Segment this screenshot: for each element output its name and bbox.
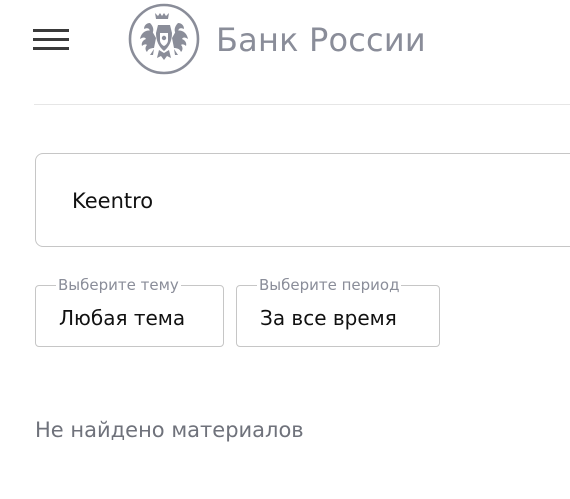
- topic-select-legend: Выберите тему: [56, 276, 181, 294]
- period-select-legend: Выберите период: [257, 276, 402, 294]
- period-select[interactable]: Выберите период За все время: [236, 276, 440, 347]
- bank-logo[interactable]: Банк России: [128, 3, 426, 75]
- topic-select[interactable]: Выберите тему Любая тема: [35, 276, 224, 347]
- header-divider: [34, 104, 570, 105]
- period-select-value: За все время: [260, 306, 397, 330]
- double-headed-eagle-icon: [128, 3, 200, 75]
- hamburger-menu-icon[interactable]: [33, 27, 69, 53]
- logo-text: Банк России: [216, 21, 426, 59]
- page: Банк России Выберите тему Любая тема Выб…: [0, 0, 570, 499]
- search-input[interactable]: [72, 186, 552, 216]
- topic-select-value: Любая тема: [59, 306, 186, 330]
- empty-results-message: Не найдено материалов: [35, 418, 304, 442]
- search-box[interactable]: [35, 153, 570, 247]
